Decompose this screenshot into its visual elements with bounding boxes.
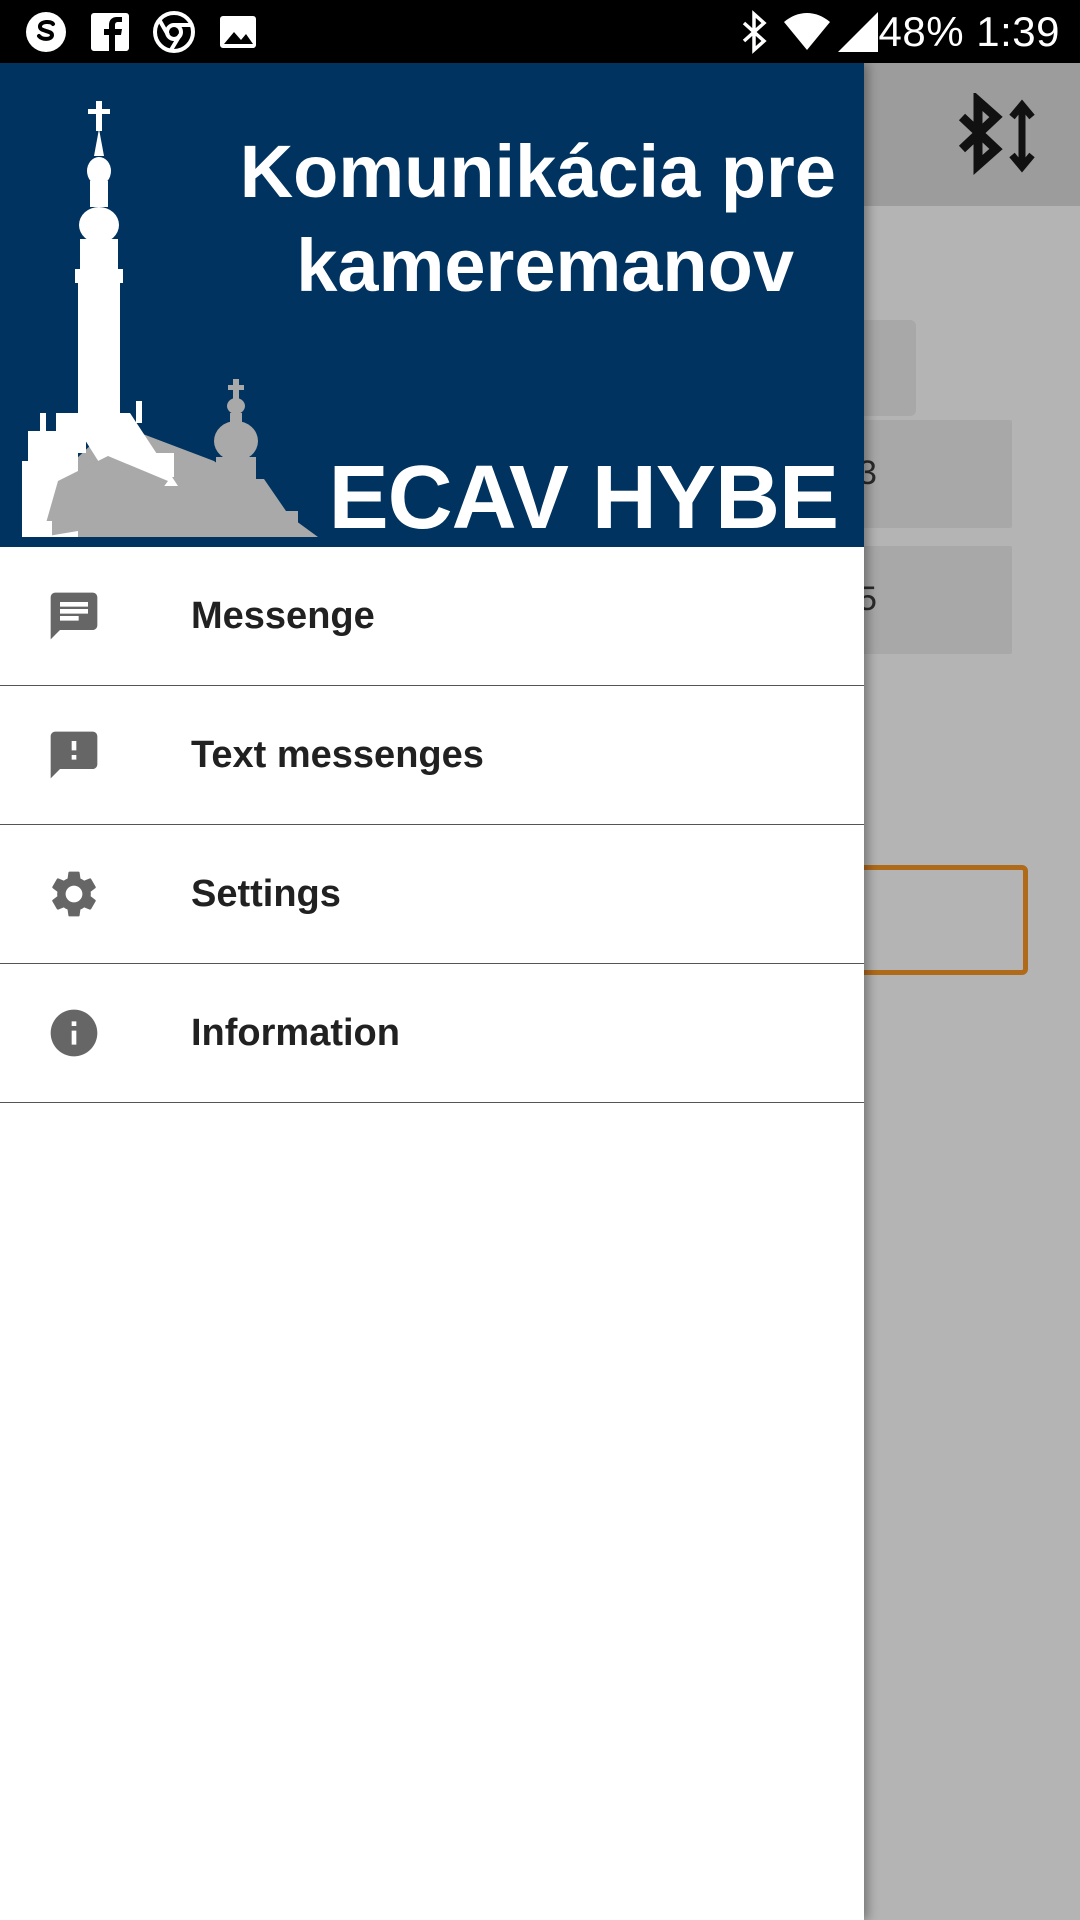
drawer-menu: Messenge Text messenges Settings Informa… <box>0 547 864 1103</box>
feedback-icon <box>50 731 98 779</box>
navigation-drawer: Komunikácia pre kameremanov ECAV HYBE Me… <box>0 63 864 1920</box>
status-text: 48% 1:39 <box>879 8 1060 56</box>
brand-name: ECAV HYBE <box>328 448 839 547</box>
chrome-icon <box>153 11 195 53</box>
app-title-line1: Komunikácia pre <box>239 130 836 213</box>
clock: 1:39 <box>976 8 1060 55</box>
menu-item-label: Text messenges <box>191 733 484 776</box>
status-bar: 48% 1:39 <box>0 0 1080 63</box>
menu-item-label: Settings <box>191 872 341 915</box>
menu-item-messenge[interactable]: Messenge <box>0 547 864 686</box>
gear-icon <box>52 871 96 917</box>
app-input-field[interactable] <box>840 865 1028 975</box>
app-title: Komunikácia pre kameremanov <box>136 125 836 313</box>
bluetooth-icon <box>742 10 767 54</box>
app-row[interactable]: 3 <box>840 420 1012 528</box>
battery-level: 48% <box>878 8 965 55</box>
message-icon <box>50 592 98 640</box>
wifi-icon <box>784 13 830 50</box>
facebook-icon <box>91 13 129 51</box>
menu-item-label: Information <box>191 1011 400 1054</box>
bluetooth-transfer-icon[interactable] <box>950 93 1050 183</box>
menu-item-text-messenges[interactable]: Text messenges <box>0 686 864 825</box>
skype-icon <box>26 12 66 52</box>
app-row[interactable]: 5 <box>840 546 1012 654</box>
menu-item-settings[interactable]: Settings <box>0 825 864 964</box>
menu-item-information[interactable]: Information <box>0 964 864 1103</box>
gallery-icon <box>220 16 256 48</box>
drawer-header: Komunikácia pre kameremanov ECAV HYBE <box>0 63 864 547</box>
signal-icon <box>838 12 878 52</box>
info-icon <box>50 1009 98 1057</box>
app-title-line2: kameremanov <box>296 224 794 307</box>
menu-item-label: Messenge <box>191 594 375 637</box>
